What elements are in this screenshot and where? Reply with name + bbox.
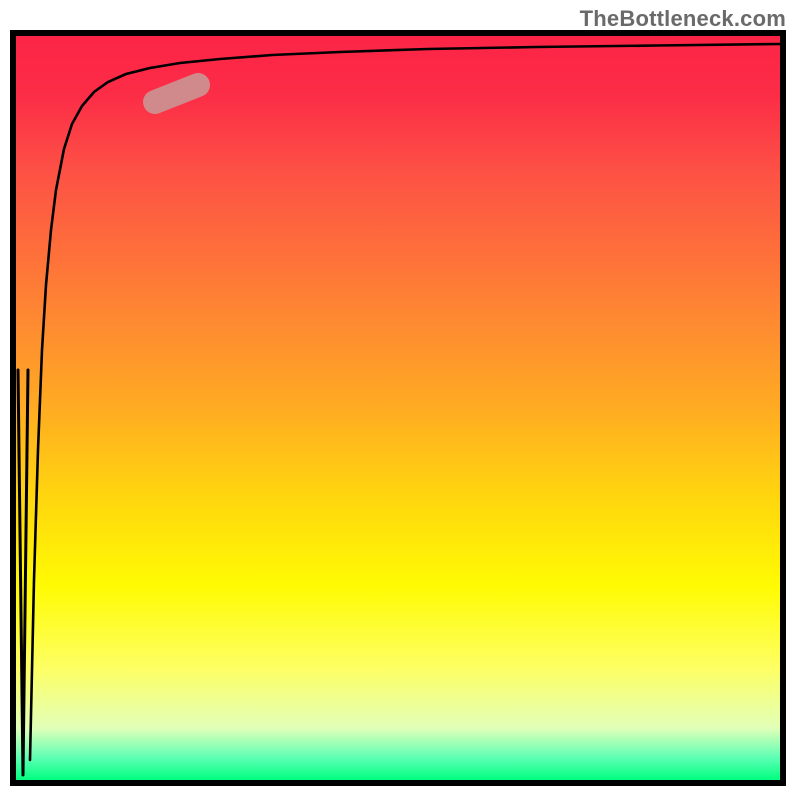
watermark-text: TheBottleneck.com (580, 6, 786, 32)
vertical-spike (18, 370, 28, 775)
highlight-marker (155, 85, 198, 102)
plot-area (10, 30, 786, 786)
chart-overlay-svg (16, 36, 780, 780)
chart-stage: TheBottleneck.com (0, 0, 800, 800)
bottleneck-curve (30, 44, 780, 760)
